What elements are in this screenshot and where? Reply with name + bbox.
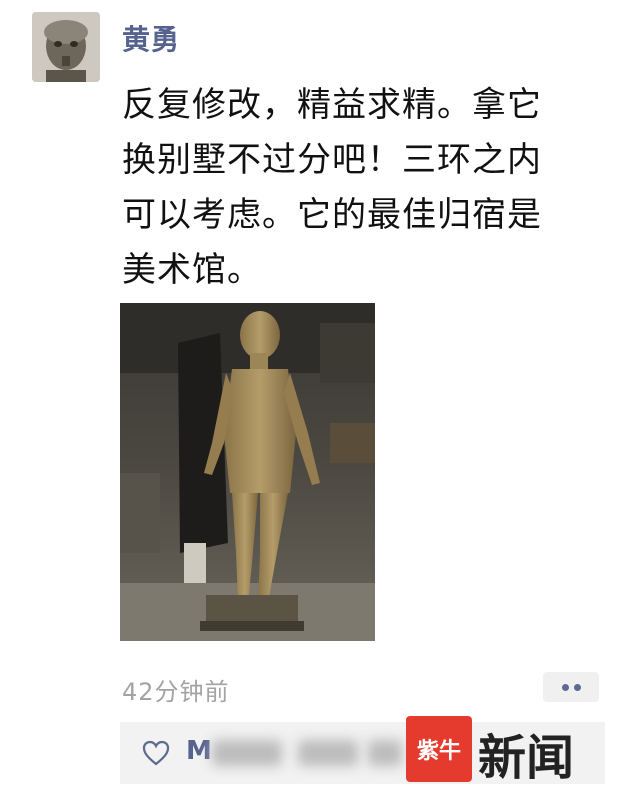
more-dots-icon — [561, 683, 569, 691]
more-button[interactable] — [543, 672, 599, 702]
more-dots-icon — [573, 683, 581, 691]
avatar[interactable] — [32, 12, 100, 82]
post-time: 42分钟前 — [122, 678, 230, 706]
watermark-badge: 紫牛 — [406, 716, 472, 782]
blurred-like-names — [298, 740, 358, 766]
watermark-text: 新闻 — [478, 730, 575, 786]
blurred-like-names — [368, 740, 402, 766]
author-name[interactable]: 黄勇 — [122, 18, 180, 58]
post-text: 反复修改，精益求精。拿它 换别墅不过分吧！三环之内 可以考虑。它的最佳归宿是 美… — [122, 78, 602, 298]
post-text-line: 反复修改，精益求精。拿它 — [122, 85, 542, 125]
blurred-like-names — [212, 740, 282, 766]
heart-icon — [142, 740, 170, 766]
post-text-line: 换别墅不过分吧！三环之内 — [122, 140, 542, 180]
post-photo[interactable] — [120, 303, 375, 641]
moment-post: 黄勇 反复修改，精益求精。拿它 换别墅不过分吧！三环之内 可以考虑。它的最佳归宿… — [0, 0, 640, 805]
like-user-name[interactable]: M — [186, 736, 212, 766]
post-text-line: 美术馆。 — [122, 250, 262, 290]
post-text-line: 可以考虑。它的最佳归宿是 — [122, 195, 542, 235]
news-watermark: 紫牛 新闻 — [406, 716, 606, 786]
